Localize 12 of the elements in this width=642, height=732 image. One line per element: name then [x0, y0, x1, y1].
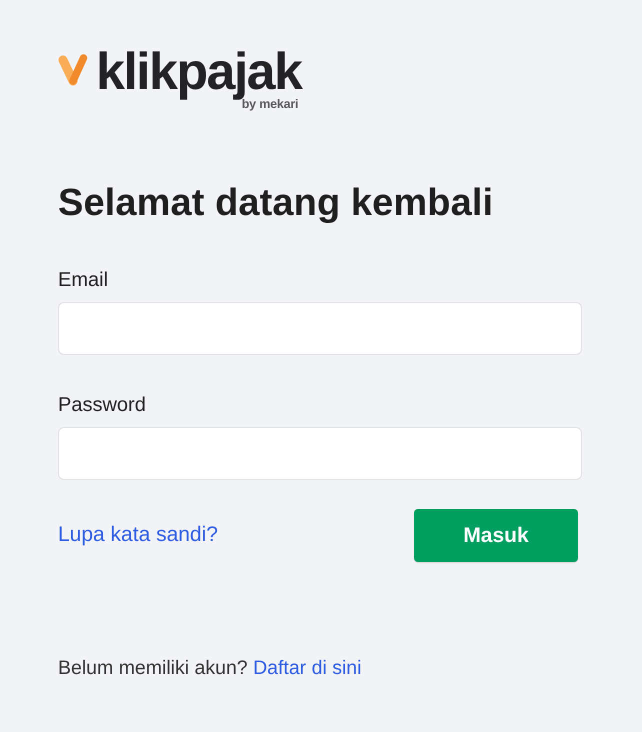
signup-prompt: Belum memiliki akun?	[58, 657, 248, 679]
signup-link[interactable]: Daftar di sini	[253, 657, 362, 679]
checkmark-icon	[58, 53, 88, 87]
input-field[interactable]	[58, 302, 582, 355]
logo-wordmark: klikpajak	[96, 46, 302, 98]
login-button[interactable]: Masuk	[414, 509, 578, 562]
logo-byline: by mekari	[242, 97, 298, 111]
forgot-password-link[interactable]: Lupa kata sandi?	[58, 523, 218, 547]
page-title: Selamat datang kembali	[58, 181, 494, 225]
field-label: Password	[58, 393, 147, 417]
input-field[interactable]	[58, 427, 582, 480]
field-label: Email	[58, 268, 110, 292]
